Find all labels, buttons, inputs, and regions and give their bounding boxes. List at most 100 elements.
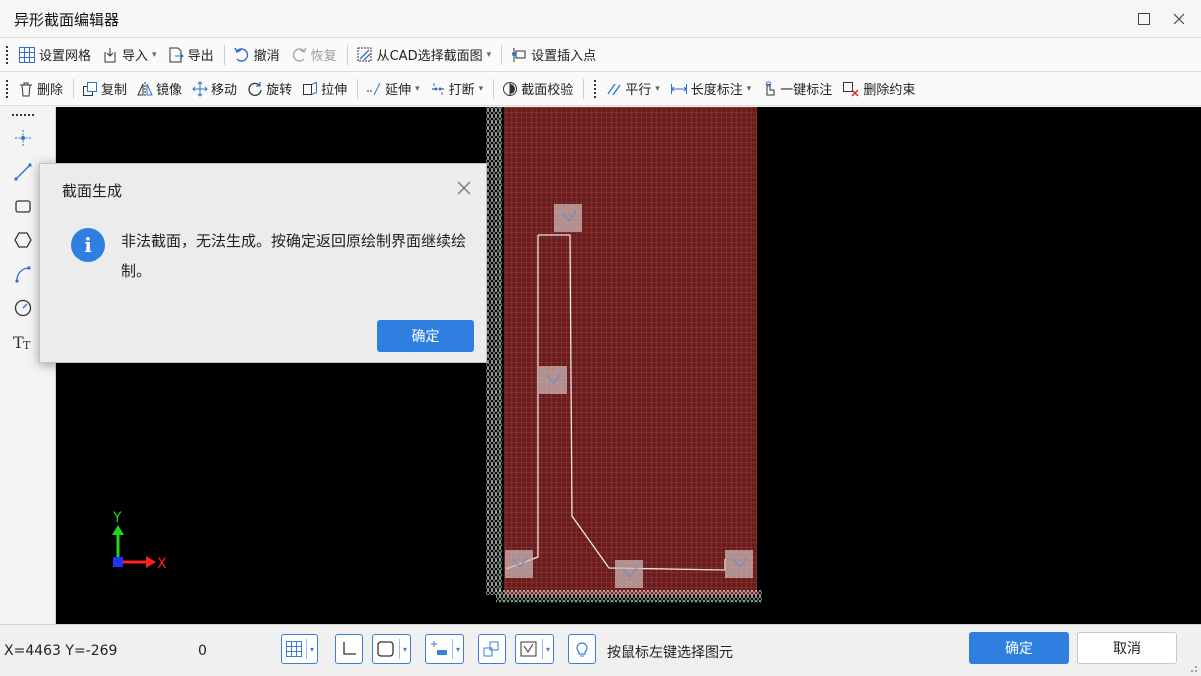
undo-button[interactable]: 撤消 [229,42,284,68]
polygon-icon[interactable] [10,227,36,253]
copy-label: 复制 [101,83,128,98]
auto-dimension-label: 一键标注 [780,83,833,98]
select-from-cad-button[interactable]: 从CAD选择截面图 ▾ [352,42,496,68]
info-icon: i [71,228,105,262]
toolbar-separator [357,78,359,99]
length-dimension-button[interactable]: 长度标注 ▾ [666,76,756,102]
set-grid-button[interactable]: 设置网格 [14,42,95,68]
palette-grip[interactable] [12,114,34,116]
copy-button[interactable]: 复制 [78,76,131,102]
parallel-label: 平行 [625,83,652,98]
dimension-toggle[interactable]: ▾ [425,634,465,664]
toolbar-grip[interactable] [6,45,9,64]
import-icon [104,47,116,62]
toolbar-grip[interactable] [594,79,597,98]
dialog-message: 非法截面，无法生成。按确定返回原绘制界面继续绘制。 [121,232,467,280]
tips-toggle[interactable] [568,634,596,664]
move-button[interactable]: 移动 [188,76,241,102]
chevron-down-icon[interactable]: ▾ [399,639,407,659]
hand-pointer-icon [766,80,775,95]
checkbox-icon [520,641,537,657]
section-check-label: 截面校验 [521,83,574,98]
break-button[interactable]: 打断 ▾ [426,76,488,102]
arc-icon[interactable] [10,261,36,287]
rotate-button[interactable]: 旋转 [243,76,296,102]
confirm-button[interactable]: 确定 [969,632,1069,664]
set-insert-point-button[interactable]: 设置插入点 [506,42,600,68]
dialog-ok-button[interactable]: 确定 [377,320,474,352]
chevron-down-icon[interactable]: ▾ [542,639,550,659]
set-insert-point-label: 设置插入点 [531,49,597,64]
toolbar-separator [346,44,348,65]
point-icon[interactable] [10,125,36,151]
status-hint: 按鼠标左键选择图元 [607,645,733,661]
close-icon[interactable] [1166,6,1192,32]
toolbar-separator [583,78,585,99]
export-icon [169,47,184,62]
line-icon[interactable] [10,159,36,185]
mirror-button[interactable]: 镜像 [133,76,186,102]
stretch-icon [303,81,318,95]
move-label: 移动 [211,83,238,98]
delete-constraint-label: 删除约束 [863,83,916,98]
stretch-button[interactable]: 拉伸 [298,76,351,102]
delete-button[interactable]: 删除 [14,76,67,102]
dialog-close-icon[interactable] [454,178,474,198]
check-toggle[interactable]: ▾ [515,634,555,664]
rectangle-icon[interactable] [10,193,36,219]
break-icon [431,82,444,95]
chevron-down-icon[interactable]: ▾ [655,84,660,94]
bottom-dimension-ruler [496,590,762,602]
undo-icon [233,47,248,62]
resize-grip-icon[interactable] [1188,663,1198,673]
stretch-label: 拉伸 [321,83,348,98]
constraint-toggle[interactable] [478,634,506,664]
redo-button[interactable]: 恢复 [286,42,341,68]
delete-constraint-icon [843,81,859,96]
chevron-down-icon[interactable]: ▾ [479,84,484,94]
toolbar-separator [223,44,225,65]
toolbar-separator [501,44,503,65]
set-grid-label: 设置网格 [39,49,92,64]
move-icon [192,80,208,97]
cad-select-icon [357,47,372,61]
grid-icon [286,641,302,657]
import-label: 导入 [122,49,149,64]
lightbulb-icon [576,642,588,657]
extend-button[interactable]: 延伸 ▾ [362,76,424,102]
chevron-down-icon[interactable]: ▾ [306,639,314,659]
undo-label: 撤消 [253,49,280,64]
grid-snap-toggle[interactable]: ▾ [281,634,319,664]
constraint-icon [483,641,499,657]
cancel-button[interactable]: 取消 [1077,632,1177,664]
axis-y-label: Y [112,510,122,526]
text-icon[interactable]: TT [10,329,36,355]
ortho-toggle[interactable] [335,634,363,664]
import-button[interactable]: 导入 ▾ [97,42,161,68]
parallel-button[interactable]: 平行 ▾ [602,76,664,102]
chevron-down-icon[interactable]: ▾ [747,84,752,94]
redo-icon [292,47,307,62]
status-value: 0 [198,643,207,659]
chevron-down-icon[interactable]: ▾ [452,639,460,659]
section-check-button[interactable]: 截面校验 [498,76,577,102]
trash-icon [20,82,32,96]
copy-icon [83,81,98,96]
object-snap-toggle[interactable]: ▾ [372,634,412,664]
chevron-down-icon[interactable]: ▾ [487,50,492,60]
chevron-down-icon[interactable]: ▾ [415,84,420,94]
svg-text:T: T [23,339,31,352]
chevron-down-icon[interactable]: ▾ [152,50,157,60]
export-button[interactable]: 导出 [163,42,218,68]
extend-label: 延伸 [385,83,412,98]
main-toolbar: 设置网格 导入 ▾ 导出 撤消 恢复 从CAD选择截面图 ▾ 设置插入点 [0,38,1201,72]
auto-dimension-button[interactable]: 一键标注 [757,76,836,102]
delete-constraint-button[interactable]: 删除约束 [838,76,919,102]
maximize-icon[interactable] [1131,6,1157,32]
cursor-coordinates: X=4463 Y=-269 [4,643,118,659]
extend-icon [367,82,381,95]
axis-indicator: Y X [112,510,167,572]
circle-icon[interactable] [10,295,36,321]
length-dimension-label: 长度标注 [690,83,743,98]
toolbar-grip[interactable] [6,79,9,98]
